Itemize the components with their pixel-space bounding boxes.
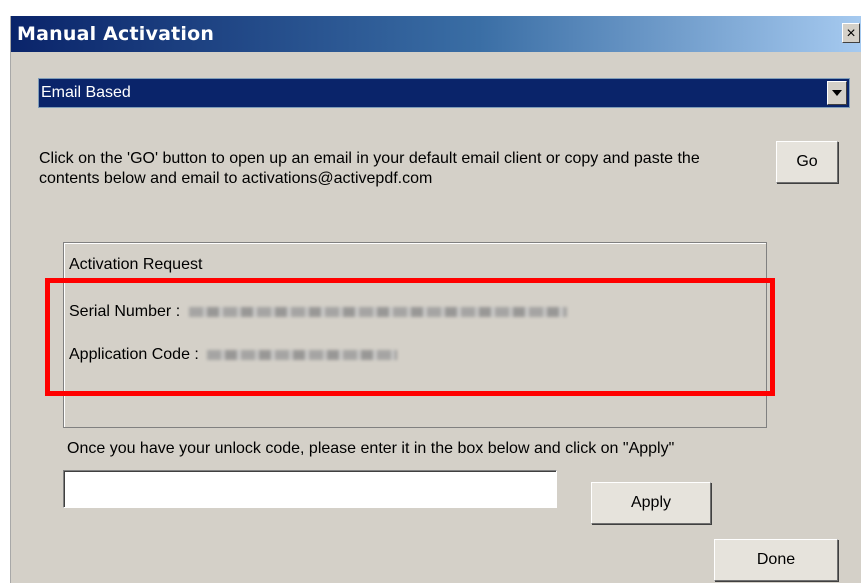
close-icon: × xyxy=(846,25,856,42)
instructions-text: Click on the 'GO' button to open up an e… xyxy=(39,150,700,187)
go-button[interactable]: Go xyxy=(776,141,838,183)
title-bar[interactable]: Manual Activation × xyxy=(11,16,861,52)
activation-method-dropdown[interactable]: Email Based xyxy=(38,78,850,108)
unlock-instructions: Once you have your unlock code, please e… xyxy=(67,440,675,457)
dropdown-arrow-button[interactable] xyxy=(827,81,847,105)
activation-request-title: Activation Request xyxy=(69,256,203,273)
apply-button[interactable]: Apply xyxy=(591,482,711,524)
dialog-title: Manual Activation xyxy=(17,23,215,45)
highlight-box xyxy=(45,278,775,396)
done-button[interactable]: Done xyxy=(714,539,838,581)
close-button[interactable]: × xyxy=(842,23,860,43)
unlock-code-input[interactable] xyxy=(63,470,557,508)
manual-activation-dialog: Manual Activation × Email Based Click on… xyxy=(10,16,861,583)
activation-method-value: Email Based xyxy=(41,84,131,101)
